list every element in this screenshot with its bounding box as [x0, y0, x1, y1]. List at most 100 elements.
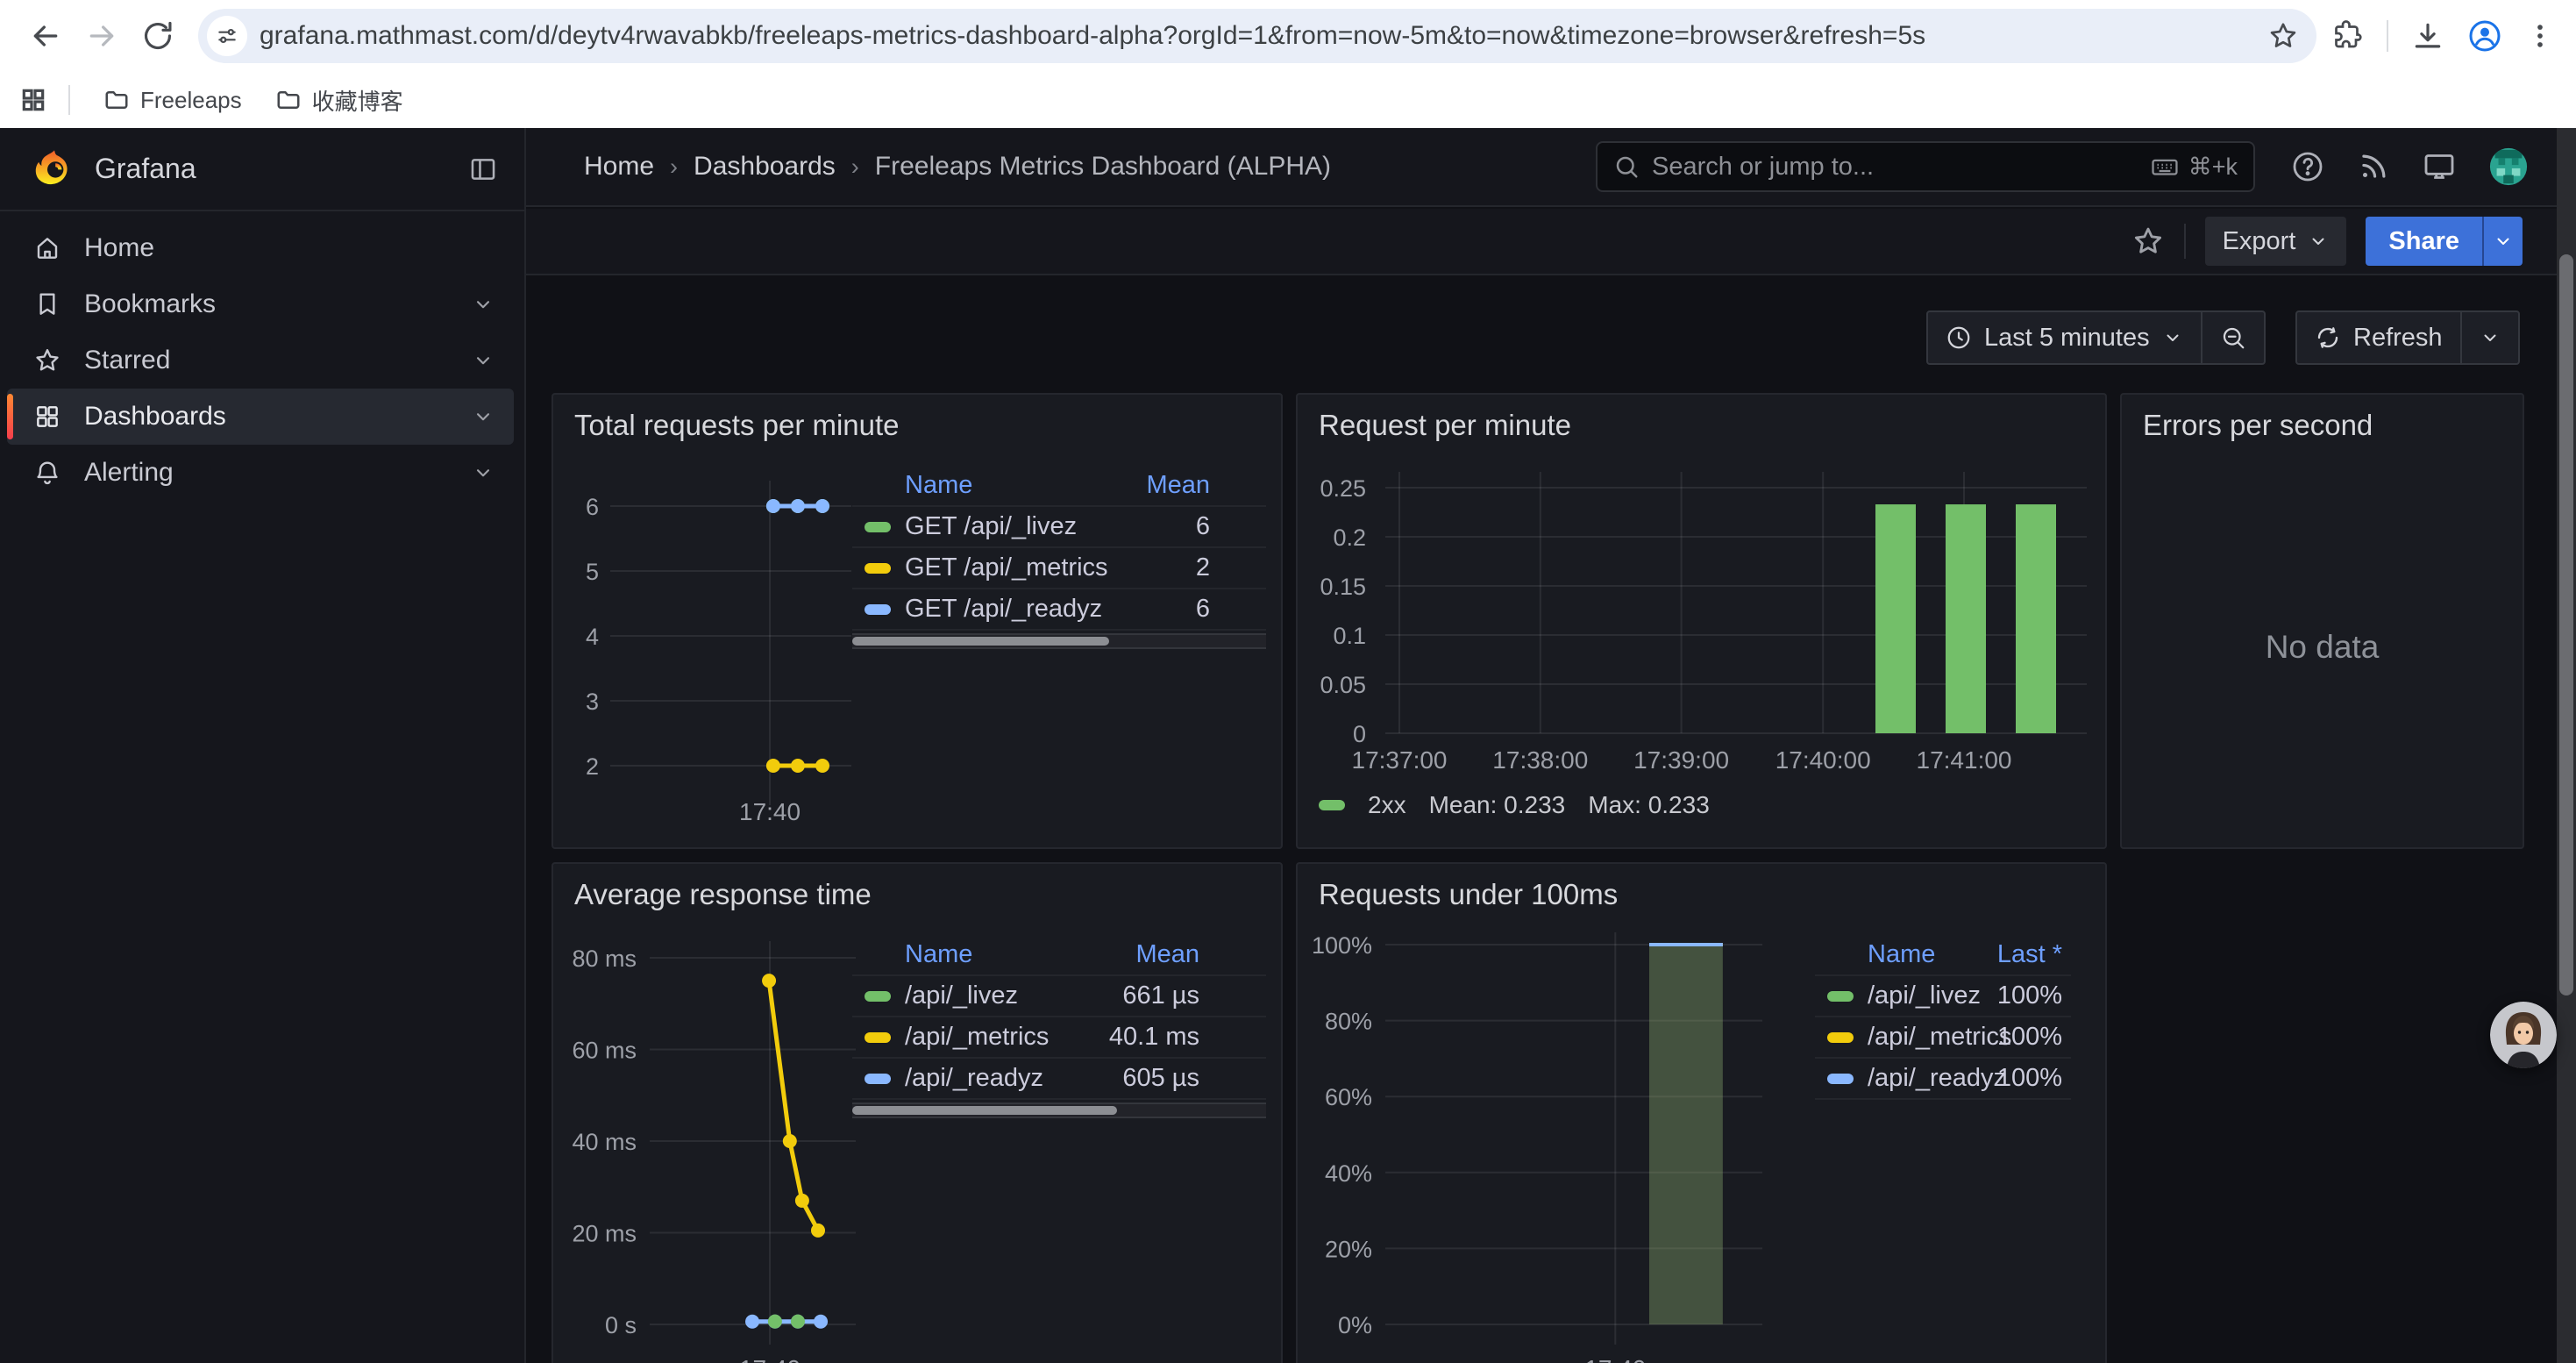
extensions-icon[interactable]	[2332, 20, 2364, 52]
time-range-picker[interactable]: Last 5 minutes	[1928, 312, 2201, 363]
series-mean: 661 µs	[1077, 981, 1199, 1010]
chevron-down-icon[interactable]	[472, 349, 495, 372]
bookmark-label: 收藏博客	[312, 84, 403, 117]
search-icon	[1613, 153, 1640, 180]
table-row: /api/_livez 661 µs 646 µs	[852, 976, 1266, 1017]
series-swatch	[1319, 800, 1345, 810]
zoom-out-icon	[2220, 325, 2246, 351]
zoom-out-button[interactable]	[2201, 312, 2264, 363]
series-name[interactable]: GET /api/_livez	[905, 512, 1135, 541]
sidebar-item-starred[interactable]: Starred	[7, 332, 514, 389]
dashboard-actions: Export Share	[526, 209, 2576, 275]
search-shortcut: ⌘+k	[2150, 152, 2238, 182]
panel-total-requests: Total requests per minute 6543217:40 Nam…	[551, 393, 1283, 849]
panel-under-100ms: Requests under 100ms 100%80%60%40%20%0%1…	[1296, 862, 2107, 1363]
series-mean: 6	[1135, 512, 1266, 541]
search-input[interactable]: Search or jump to... ⌘+k	[1596, 141, 2255, 192]
kiosk-monitor-icon[interactable]	[2422, 149, 2457, 184]
panel-title[interactable]: Request per minute	[1319, 409, 1571, 442]
series-name[interactable]: /api/_readyz	[1868, 1064, 1975, 1093]
refresh-button[interactable]: Refresh	[2297, 312, 2460, 363]
breadcrumb-dashboards[interactable]: Dashboards	[694, 152, 836, 182]
page-scrollbar[interactable]	[2557, 128, 2576, 1363]
scrollbar-thumb[interactable]	[2559, 254, 2573, 995]
url-bar[interactable]: grafana.mathmast.com/d/deytv4rwavabkb/fr…	[198, 9, 2316, 63]
bookmarks-divider	[68, 85, 70, 115]
news-rss-icon[interactable]	[2357, 150, 2390, 183]
refresh-interval-button[interactable]	[2460, 312, 2518, 363]
sidebar-item-home[interactable]: Home	[7, 220, 514, 276]
panel-title[interactable]: Requests under 100ms	[1319, 878, 1618, 911]
profile-icon[interactable]	[2467, 18, 2502, 54]
series-swatch	[865, 991, 891, 1002]
svg-text:17:40:00: 17:40:00	[1775, 746, 1871, 774]
chevron-down-icon[interactable]	[472, 461, 495, 484]
sidebar-item-dashboards[interactable]: Dashboards	[7, 389, 514, 445]
share-menu-button[interactable]	[2482, 217, 2523, 266]
series-name[interactable]: /api/_metrics	[905, 1023, 1077, 1052]
series-last: 100%	[1975, 981, 2071, 1010]
series-name[interactable]: /api/_livez	[905, 981, 1077, 1010]
search-placeholder: Search or jump to...	[1652, 153, 2150, 182]
chevron-down-icon[interactable]	[472, 405, 495, 428]
site-settings-icon[interactable]	[207, 16, 247, 56]
grafana-logo[interactable]	[33, 148, 75, 190]
reload-button[interactable]	[130, 8, 186, 64]
sidebar-item-alerting[interactable]: Alerting	[7, 445, 514, 501]
series-name[interactable]: GET /api/_metrics	[905, 553, 1135, 582]
breadcrumb-separator: ›	[851, 153, 859, 181]
user-avatar[interactable]	[2488, 146, 2529, 187]
series-swatch	[1827, 1032, 1854, 1043]
column-header-name[interactable]: Name	[905, 940, 1077, 969]
legend-series-name[interactable]: 2xx	[1368, 791, 1406, 819]
sidebar-toggle-icon[interactable]	[468, 154, 498, 184]
table-scrollbar[interactable]	[852, 633, 1266, 649]
table-row: /api/_readyz 605 µs 620 µs	[852, 1059, 1266, 1100]
back-button[interactable]	[18, 8, 74, 64]
series-name[interactable]: /api/_livez	[1868, 981, 1975, 1010]
panel-title[interactable]: Total requests per minute	[574, 409, 900, 442]
panel-avg-response-time: Average response time 80 ms60 ms40 ms20 …	[551, 862, 1283, 1363]
table-scrollbar[interactable]	[852, 1103, 1266, 1118]
series-name[interactable]: GET /api/_readyz	[905, 595, 1135, 624]
star-dashboard-icon[interactable]	[2131, 225, 2165, 258]
svg-text:0 s: 0 s	[605, 1312, 637, 1338]
panel-title[interactable]: Average response time	[574, 878, 872, 911]
forward-button[interactable]	[74, 8, 130, 64]
assistant-avatar-widget[interactable]	[2490, 1002, 2557, 1068]
breadcrumb-home[interactable]: Home	[584, 152, 654, 182]
series-last: 620 µs	[1199, 1064, 1266, 1093]
sidebar-item-label: Alerting	[84, 458, 472, 488]
download-icon[interactable]	[2411, 19, 2444, 53]
timeseries-chart: 6543217:40	[553, 456, 860, 849]
sidebar-item-bookmarks[interactable]: Bookmarks	[7, 276, 514, 332]
browser-menu-icon[interactable]	[2525, 21, 2555, 51]
share-button[interactable]: Share	[2366, 217, 2482, 266]
bookmark-folder-blogs[interactable]: 收藏博客	[263, 77, 416, 124]
column-header-mean[interactable]: Mean	[1135, 471, 1266, 500]
bar-chart: 0.250.20.150.10.05017:37:0017:38:0017:39…	[1298, 456, 2107, 833]
series-last: 646 µs	[1199, 981, 1266, 1010]
table-row: GET /api/_livez 6	[852, 507, 1266, 548]
url-text[interactable]: grafana.mathmast.com/d/deytv4rwavabkb/fr…	[260, 21, 2267, 51]
bookmark-label: Freeleaps	[140, 87, 242, 114]
series-name[interactable]: /api/_readyz	[905, 1064, 1077, 1093]
column-header-name[interactable]: Name	[1868, 940, 1975, 969]
help-icon[interactable]	[2290, 149, 2325, 184]
bookmark-folder-freeleaps[interactable]: Freeleaps	[91, 80, 254, 121]
svg-text:0: 0	[1353, 721, 1366, 747]
svg-text:80%: 80%	[1325, 1009, 1372, 1035]
column-header-last[interactable]: Last *	[1975, 940, 2071, 969]
panel-request-per-minute: Request per minute 0.250.20.150.10.05017…	[1296, 393, 2107, 849]
refresh-controls: Refresh	[2295, 310, 2520, 365]
brand-name: Grafana	[95, 153, 468, 185]
export-button[interactable]: Export	[2205, 217, 2347, 266]
column-header-name[interactable]: Name	[905, 471, 1135, 500]
bookmark-star-icon[interactable]	[2267, 20, 2299, 52]
column-header-last[interactable]: Last *	[1199, 940, 1266, 969]
series-name[interactable]: /api/_metrics	[1868, 1023, 1975, 1052]
apps-grid-icon[interactable]	[19, 86, 47, 114]
chevron-down-icon[interactable]	[472, 293, 495, 316]
svg-text:40%: 40%	[1325, 1160, 1372, 1187]
column-header-mean[interactable]: Mean	[1077, 940, 1199, 969]
